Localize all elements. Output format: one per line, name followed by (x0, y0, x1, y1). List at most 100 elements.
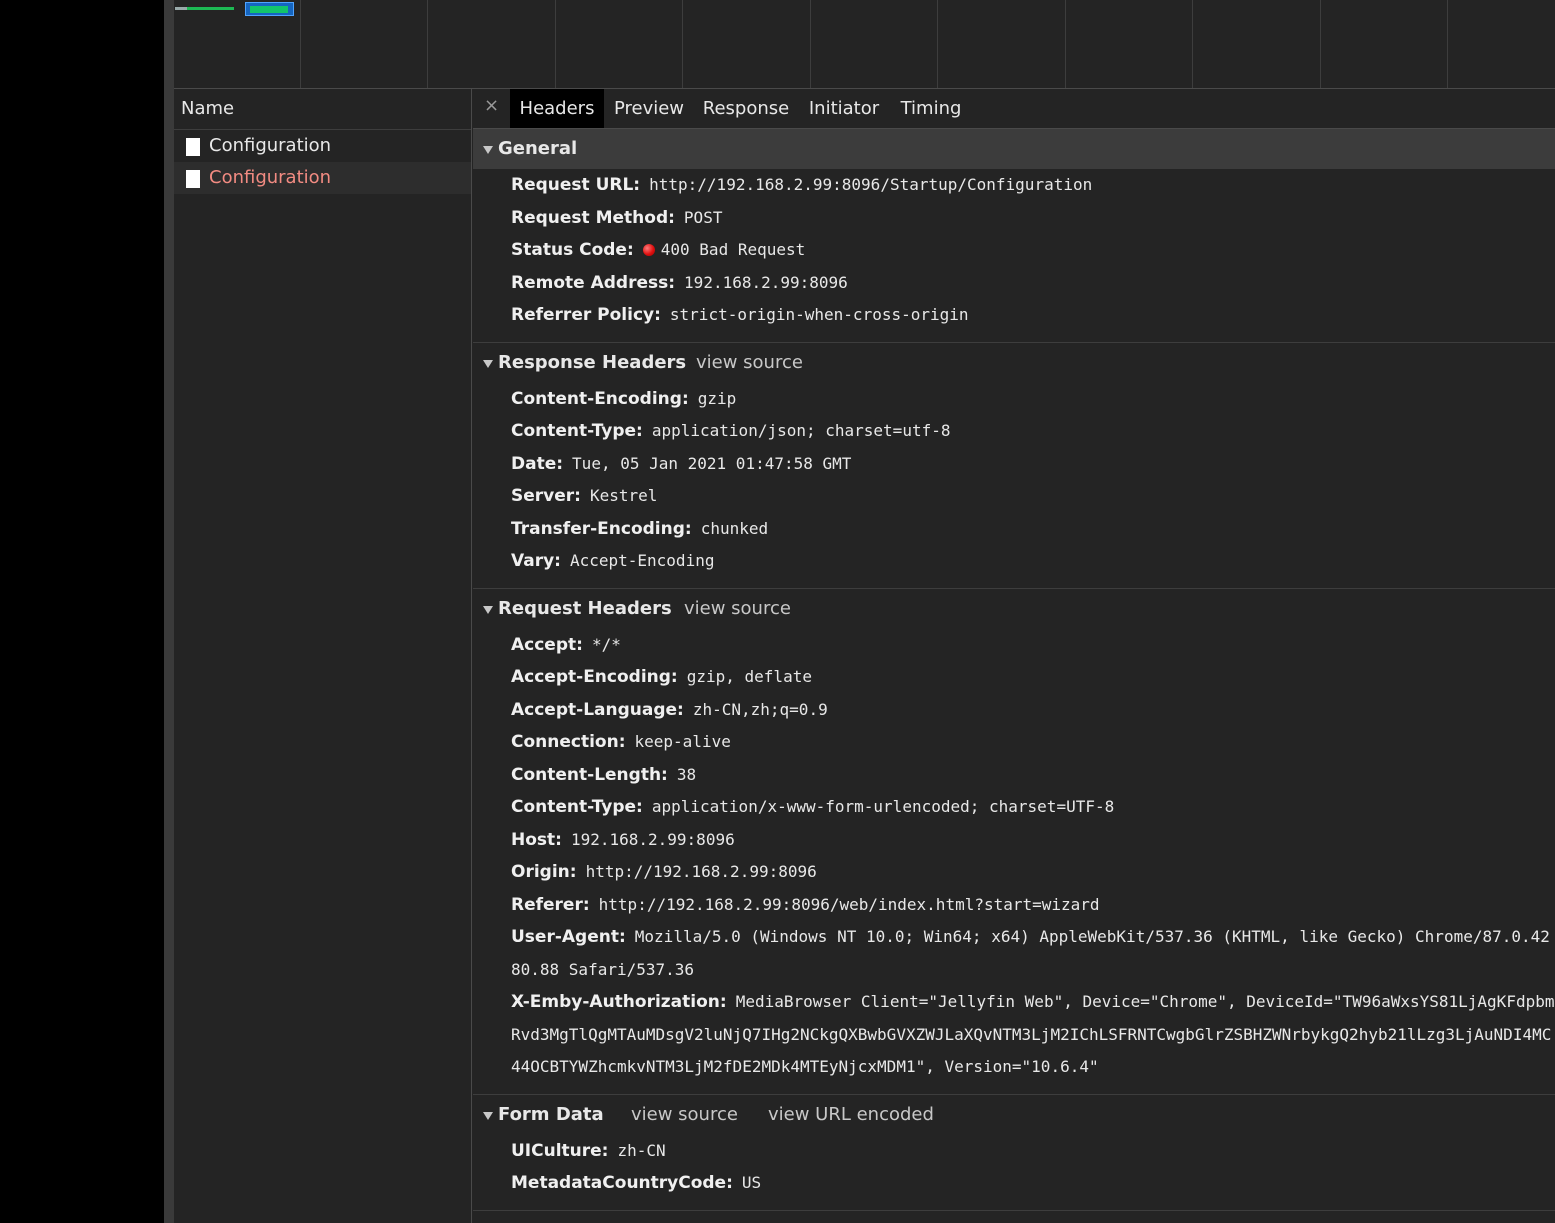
response-headers-header[interactable]: Response Headers view source (473, 343, 1555, 383)
header-key: Accept: (511, 634, 583, 655)
form-key: UICulture: (511, 1140, 609, 1161)
header-value: Tue, 05 Jan 2021 01:47:58 GMT (572, 453, 852, 473)
form-value: zh-CN (617, 1140, 666, 1160)
header-key: Server: (511, 486, 581, 506)
section-title: Form Data (498, 1103, 604, 1125)
header-value: */* (591, 634, 621, 654)
header-value: application/x-www-form-urlencoded; chars… (651, 797, 1115, 816)
triangle-down-icon (483, 1111, 493, 1120)
header-value: 192.168.2.99:8096 (684, 272, 848, 292)
header-value: chunked (700, 518, 769, 538)
triangle-down-icon (483, 359, 493, 368)
section-title: General (498, 138, 578, 159)
network-overview[interactable] (174, 0, 1555, 89)
form-row: MetadataCountryCode: US (473, 1167, 1555, 1200)
header-key: Transfer-Encoding: (511, 518, 692, 539)
form-data-section: Form Data view source view URL encoded U… (473, 1095, 1555, 1211)
response-headers-section: Response Headers view source Content-Enc… (473, 343, 1555, 589)
header-row: X-Emby-Authorization: MediaBrowser Client… (473, 986, 1555, 1084)
header-key: Date: (511, 453, 564, 474)
header-row: Host: 192.168.2.99:8096 (473, 824, 1555, 857)
header-key: Origin: (511, 862, 577, 882)
status-value: 400 Bad Request (642, 234, 805, 267)
details-tabbar: × Headers Preview Response Initiator Tim… (473, 89, 1555, 129)
overview-gridline (1192, 0, 1193, 88)
header-key: Vary: (511, 551, 561, 571)
header-key: Content-Type: (511, 797, 643, 817)
general-header[interactable]: General (473, 129, 1555, 169)
header-row: Remote Address: 192.168.2.99:8096 (473, 267, 1555, 300)
header-value: strict-origin-when-cross-origin (669, 305, 969, 324)
overview-gridline (427, 0, 428, 88)
overview-gridline (682, 0, 683, 88)
header-value: Kestrel (589, 486, 658, 505)
header-key: Request Method: (511, 207, 675, 228)
header-key: Referrer Policy: (511, 305, 661, 325)
request-headers-section: Request Headers view source Accept: */* … (473, 589, 1555, 1095)
view-source-link[interactable]: view source (684, 589, 791, 629)
close-icon[interactable]: × (484, 95, 499, 116)
header-key: Accept-Encoding: (511, 667, 678, 687)
document-icon (186, 170, 200, 188)
pane-divider[interactable] (164, 0, 174, 1223)
tab-headers[interactable]: Headers (510, 89, 604, 128)
request-headers-header[interactable]: Request Headers view source (473, 589, 1555, 629)
form-data-header[interactable]: Form Data view source view URL encoded (473, 1095, 1555, 1135)
request-row-selected[interactable]: Configuration (174, 162, 471, 194)
tab-timing[interactable]: Timing (890, 89, 972, 128)
header-value: http://192.168.2.99:8096 (585, 862, 817, 881)
header-key: Status Code: (511, 240, 634, 260)
view-url-encoded-link[interactable]: view URL encoded (768, 1095, 934, 1135)
header-row: Server: Kestrel (473, 480, 1555, 513)
header-key: Referer: (511, 894, 590, 915)
header-value: zh-CN,zh;q=0.9 (692, 699, 828, 719)
form-value: US (741, 1173, 762, 1192)
header-key: Content-Encoding: (511, 388, 689, 409)
header-row: Referrer Policy: strict-origin-when-cros… (473, 299, 1555, 332)
header-value: application/json; charset=utf-8 (651, 421, 951, 440)
view-source-link[interactable]: view source (696, 343, 803, 383)
header-value: 38 (676, 764, 697, 784)
header-row: Transfer-Encoding: chunked (473, 513, 1555, 546)
header-key: Host: (511, 829, 562, 850)
request-list: Name Configuration Configuration (174, 89, 472, 1223)
overview-gridline (810, 0, 811, 88)
header-value: gzip, deflate (686, 667, 812, 686)
header-key: Content-Length: (511, 764, 668, 785)
form-key: MetadataCountryCode: (511, 1173, 733, 1193)
name-column-header[interactable]: Name (174, 89, 471, 130)
request-row[interactable]: Configuration (174, 130, 471, 162)
overview-gridline (1320, 0, 1321, 88)
header-value: keep-alive (634, 732, 731, 751)
header-value: Mozilla/5.0 (Windows NT 10.0; Win64; x64… (511, 927, 1550, 979)
request-name: Configuration (209, 135, 332, 156)
tab-initiator[interactable]: Initiator (798, 89, 890, 128)
header-row: Accept-Language: zh-CN,zh;q=0.9 (473, 694, 1555, 727)
header-key: Connection: (511, 732, 626, 752)
header-key: User-Agent: (511, 927, 626, 947)
overview-gridline (300, 0, 301, 88)
header-row: Connection: keep-alive (473, 726, 1555, 759)
header-row: Status Code: 400 Bad Request (473, 234, 1555, 267)
header-value: http://192.168.2.99:8096/web/index.html?… (598, 894, 1100, 914)
form-row: UICulture: zh-CN (473, 1135, 1555, 1168)
general-section: General Request URL: http://192.168.2.99… (473, 129, 1555, 343)
request-details: × Headers Preview Response Initiator Tim… (473, 89, 1555, 1223)
header-row: Date: Tue, 05 Jan 2021 01:47:58 GMT (473, 448, 1555, 481)
header-row: Content-Length: 38 (473, 759, 1555, 792)
section-title: Response Headers (498, 351, 687, 373)
overview-gridline (937, 0, 938, 88)
tab-response[interactable]: Response (694, 89, 798, 128)
overview-gridline (555, 0, 556, 88)
waterfall-bar-selected (245, 2, 294, 16)
tab-preview[interactable]: Preview (604, 89, 694, 128)
view-source-link[interactable]: view source (631, 1095, 738, 1135)
section-title: Request Headers (498, 597, 672, 619)
header-row: Content-Encoding: gzip (473, 383, 1555, 416)
waterfall-bar-wait (175, 7, 187, 10)
status-error-icon (642, 244, 655, 256)
header-row: Content-Type: application/json; charset=… (473, 415, 1555, 448)
header-row: Vary: Accept-Encoding (473, 545, 1555, 578)
header-value: http://192.168.2.99:8096/Startup/Configu… (649, 175, 1093, 194)
header-value: 192.168.2.99:8096 (570, 829, 735, 849)
